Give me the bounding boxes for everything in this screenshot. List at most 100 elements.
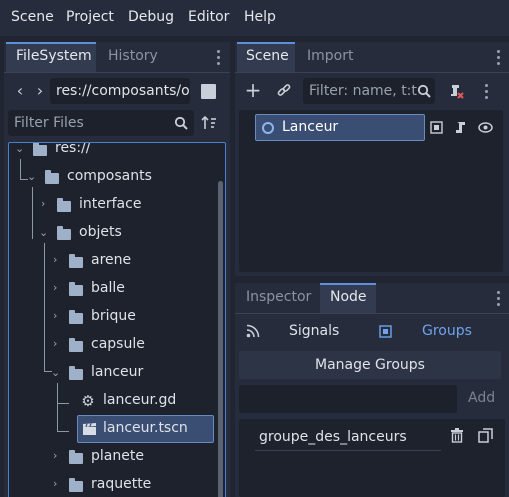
divider bbox=[235, 72, 509, 73]
chevron-right-icon[interactable]: › bbox=[53, 253, 57, 266]
tree-label: composants bbox=[67, 168, 152, 184]
menu-scene[interactable]: Scene bbox=[11, 9, 54, 25]
split-mode-icon[interactable] bbox=[201, 84, 216, 99]
tab-history[interactable]: History bbox=[108, 42, 178, 72]
chevron-right-icon[interactable]: › bbox=[53, 449, 57, 462]
divider bbox=[235, 313, 509, 314]
chevron-right-icon[interactable]: › bbox=[53, 477, 57, 490]
tree-row-lanceur-tscn[interactable]: lanceur.tscn bbox=[77, 415, 214, 443]
signals-tab[interactable]: Signals bbox=[289, 323, 339, 339]
path-field[interactable]: res://composants/o bbox=[50, 78, 190, 104]
scene-menu-icon[interactable] bbox=[497, 50, 501, 68]
menu-project[interactable]: Project bbox=[66, 9, 114, 25]
chevron-right-icon[interactable]: › bbox=[53, 281, 57, 294]
tree-row-capsule[interactable]: › capsule bbox=[9, 331, 219, 359]
tab-node[interactable]: Node bbox=[320, 283, 376, 313]
tree-label: arene bbox=[91, 252, 132, 268]
script-remove-icon[interactable] bbox=[447, 82, 465, 100]
back-icon[interactable]: ‹ bbox=[12, 80, 28, 100]
groups-icon[interactable] bbox=[378, 324, 392, 338]
divider bbox=[4, 72, 230, 73]
link-icon[interactable] bbox=[275, 82, 293, 100]
forward-icon[interactable]: › bbox=[32, 80, 48, 100]
folder-icon bbox=[69, 366, 83, 380]
tree-label: lanceur.tscn bbox=[103, 420, 188, 436]
folder-icon bbox=[57, 226, 71, 240]
chevron-down-icon[interactable]: ⌄ bbox=[15, 143, 24, 155]
filesystem-dock: FileSystem History ‹ › res://composants/… bbox=[4, 42, 230, 497]
tree-label: lanceur bbox=[91, 364, 144, 380]
group-icon[interactable] bbox=[429, 120, 443, 134]
tree-scrollbar[interactable] bbox=[218, 181, 223, 497]
chevron-right-icon[interactable]: › bbox=[53, 337, 57, 350]
tree-row-arene[interactable]: › arene bbox=[9, 247, 219, 275]
group-name-input[interactable] bbox=[239, 385, 457, 413]
signals-icon[interactable] bbox=[245, 323, 261, 339]
groups-tab[interactable]: Groups bbox=[422, 323, 472, 339]
search-icon bbox=[415, 82, 433, 100]
tree-row-res[interactable]: ⌄ res:// bbox=[9, 142, 219, 163]
node-root[interactable]: Lanceur bbox=[255, 114, 425, 141]
manage-groups-button[interactable]: Manage Groups bbox=[239, 351, 501, 379]
scene-tree[interactable]: Lanceur bbox=[239, 110, 503, 272]
tab-scene[interactable]: Scene bbox=[237, 42, 295, 72]
menu-help[interactable]: Help bbox=[244, 9, 276, 25]
menu-editor[interactable]: Editor bbox=[188, 9, 229, 25]
trash-icon[interactable] bbox=[449, 427, 465, 443]
scene-tabbar: Scene Import bbox=[235, 42, 509, 72]
tab-inspector[interactable]: Inspector bbox=[246, 283, 320, 313]
tree-label: capsule bbox=[91, 336, 145, 352]
filesystem-tabbar: FileSystem History bbox=[4, 42, 230, 72]
filter-files-input[interactable]: Filter Files bbox=[8, 110, 194, 136]
tab-filesystem[interactable]: FileSystem bbox=[6, 42, 96, 72]
menu-debug[interactable]: Debug bbox=[128, 9, 174, 25]
tree-row-lanceur-gd[interactable]: ⚙ lanceur.gd bbox=[9, 387, 219, 415]
tree-row-objets[interactable]: ⌄ objets bbox=[9, 219, 219, 247]
gear-icon: ⚙ bbox=[81, 392, 95, 410]
tree-label: lanceur.gd bbox=[103, 392, 177, 408]
tree-row-lanceur[interactable]: ⌄ lanceur bbox=[9, 359, 219, 387]
node-dock: Inspector Node Signals Groups Manage Gro… bbox=[235, 283, 509, 497]
file-tree[interactable]: ⌄ res:// ⌄ composants › interface ⌄ obje… bbox=[8, 142, 226, 497]
node-circle-icon bbox=[262, 122, 274, 134]
visibility-icon[interactable] bbox=[477, 119, 493, 135]
menu-bar: Scene Project Debug Editor Help bbox=[0, 0, 509, 36]
script-icon[interactable] bbox=[453, 120, 467, 134]
filesystem-menu-icon[interactable] bbox=[217, 50, 221, 68]
tree-row-balle[interactable]: › balle bbox=[9, 275, 219, 303]
folder-icon bbox=[69, 450, 83, 464]
chevron-down-icon[interactable]: ⌄ bbox=[27, 170, 36, 183]
folder-icon bbox=[45, 170, 59, 184]
duplicate-icon[interactable] bbox=[477, 427, 493, 443]
folder-icon bbox=[57, 198, 71, 212]
tree-row-raquette[interactable]: › raquette bbox=[9, 471, 219, 497]
group-item-label: groupe_des_lanceurs bbox=[259, 429, 407, 445]
add-group-button[interactable]: Add bbox=[468, 390, 495, 406]
chevron-right-icon[interactable]: › bbox=[41, 197, 45, 210]
folder-icon bbox=[69, 254, 83, 268]
sort-icon[interactable] bbox=[200, 114, 218, 132]
add-node-icon[interactable]: + bbox=[244, 78, 262, 102]
node-menu-icon[interactable] bbox=[497, 291, 501, 309]
folder-icon bbox=[69, 338, 83, 352]
folder-icon bbox=[69, 478, 83, 492]
group-item[interactable]: groupe_des_lanceurs bbox=[255, 425, 441, 451]
node-label: Lanceur bbox=[282, 119, 339, 135]
tree-label: planete bbox=[91, 448, 144, 464]
scene-options-icon[interactable] bbox=[485, 84, 489, 102]
groups-list: groupe_des_lanceurs bbox=[239, 419, 505, 497]
tree-row-composants[interactable]: ⌄ composants bbox=[9, 163, 219, 191]
tree-label: res:// bbox=[55, 142, 91, 156]
tree-row-interface[interactable]: › interface bbox=[9, 191, 219, 219]
node-tabbar: Inspector Node bbox=[235, 283, 509, 313]
tab-import[interactable]: Import bbox=[307, 42, 367, 72]
tree-row-brique[interactable]: › brique bbox=[9, 303, 219, 331]
scene-dock: Scene Import + Filter: name, t:t Lanceur bbox=[235, 42, 509, 276]
chevron-down-icon[interactable]: ⌄ bbox=[39, 226, 48, 239]
search-icon bbox=[172, 114, 190, 132]
chevron-down-icon[interactable]: ⌄ bbox=[51, 366, 60, 379]
chevron-right-icon[interactable]: › bbox=[53, 309, 57, 322]
tree-row-planete[interactable]: › planete bbox=[9, 443, 219, 471]
tree-label: objets bbox=[79, 224, 122, 240]
tree-label: raquette bbox=[91, 476, 152, 492]
